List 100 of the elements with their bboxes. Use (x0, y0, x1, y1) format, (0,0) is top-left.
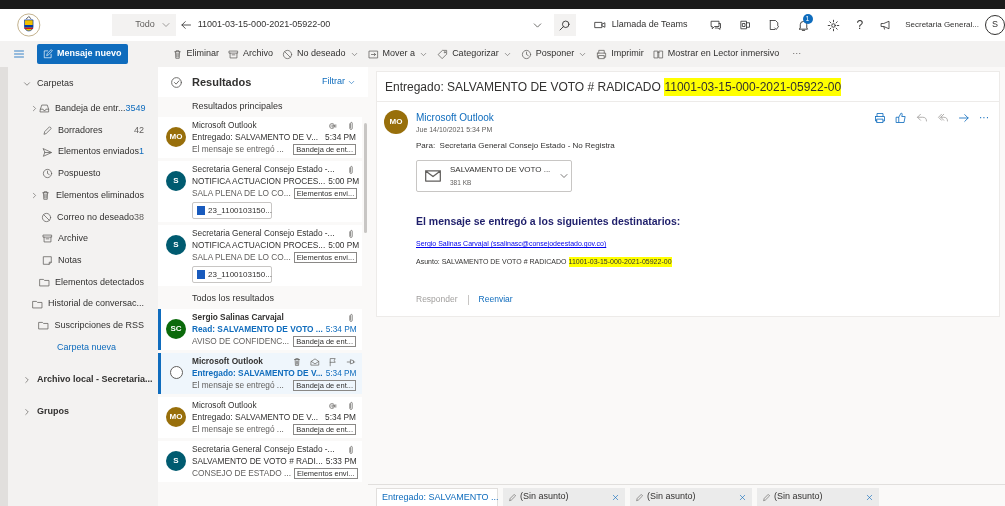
folder-count: 38 (134, 210, 144, 224)
chevron-right-icon[interactable] (30, 190, 39, 200)
message-subject: NOTIFICA ACTUACION PROCES... (192, 239, 326, 252)
envelope-open-icon[interactable] (310, 356, 320, 367)
folder-item[interactable]: Pospuesto (58, 167, 144, 181)
reply-icon[interactable] (916, 112, 928, 124)
scrollbar-thumb[interactable] (364, 123, 367, 233)
back-arrow-icon[interactable] (179, 19, 192, 31)
help-button[interactable]: ? (856, 16, 864, 34)
new-folder-link[interactable]: Carpeta nueva (8, 336, 158, 359)
message-subject: Entregado: SALVAMENTO DE V... (192, 367, 323, 380)
close-icon[interactable] (611, 492, 620, 502)
toolbar-button[interactable]: Mostrar en Lector inmersivo (652, 47, 780, 61)
chevron-down-icon[interactable] (22, 79, 32, 89)
clock-icon (42, 168, 53, 180)
reply-action-link[interactable]: Reenviar (478, 293, 513, 306)
chevron-right-icon[interactable] (22, 406, 32, 417)
teams-call-button[interactable]: Llamada de Teams (593, 14, 688, 36)
document-tab[interactable]: Entregado: SALVAMENTO ... (376, 488, 498, 506)
attachment-name: SALVAMENTO DE VOTO ... (450, 163, 551, 176)
folder-section-title[interactable]: Grupos (37, 404, 69, 419)
folder-section-title[interactable]: Carpetas (37, 77, 74, 91)
inbox-tray-icon (39, 103, 50, 115)
toolbar-button[interactable]: Eliminar (171, 47, 220, 61)
highlighted-text: 11001-03-15-000-2021-05922-00 (664, 77, 842, 96)
sender-name: Microsoft Outlook (192, 355, 264, 368)
folder-item[interactable]: Suscripciones de RSS (54, 318, 144, 333)
note-icon (42, 255, 53, 267)
folder-section-title[interactable]: Archivo local - Secretaria... (37, 372, 153, 387)
search-scope-dropdown[interactable]: Todo (111, 14, 176, 36)
printer-icon (596, 48, 608, 60)
folder-item[interactable]: Archive (58, 232, 144, 246)
more-actions-button[interactable]: ··· (979, 112, 989, 124)
avatar: SC (166, 319, 186, 339)
pencil-icon (762, 492, 771, 502)
toolbar-button[interactable]: No deseado (282, 47, 359, 61)
paper-plane-icon (41, 146, 53, 158)
message-time: 5:34 PM (325, 411, 356, 424)
folder-item[interactable]: Elementos enviados (57, 145, 139, 159)
close-icon[interactable] (738, 492, 747, 502)
trash-icon[interactable] (292, 356, 302, 367)
search-field[interactable]: 11001-03-15-000-2021-05922-00 (197, 18, 525, 32)
toolbar-button[interactable]: Imprimir (596, 47, 644, 61)
chat-bubbles-icon[interactable] (709, 19, 722, 31)
results-title: Resultados (192, 74, 253, 90)
video-camera-icon (593, 19, 606, 31)
folder-item[interactable]: Notas (58, 253, 144, 268)
message-time: 5:34 PM (325, 323, 357, 336)
bell-icon[interactable] (796, 18, 810, 32)
account-name[interactable]: Secretaria General... (905, 19, 979, 31)
body-heading: El mensaje se entregó a los siguientes destinatarios: (416, 213, 682, 229)
flag-icon[interactable] (328, 356, 338, 367)
avatar: S (166, 171, 186, 191)
folder-item[interactable]: Elementos detectados (54, 275, 144, 290)
search-button[interactable] (553, 14, 576, 36)
more-button[interactable]: ··· (792, 47, 802, 61)
document-tab[interactable]: (Sin asunto) (757, 488, 879, 506)
folder-item[interactable]: Historial de conversac... (47, 297, 144, 311)
folder-icon (31, 298, 43, 310)
folder-item[interactable]: Elementos eliminados (55, 188, 144, 203)
book-icon (652, 48, 664, 60)
document-tab[interactable]: (Sin asunto) (503, 488, 625, 506)
attachment-chip[interactable]: 23_1100103150... (192, 266, 272, 283)
group-heading: Resultados principales (191, 100, 284, 114)
megaphone-icon[interactable] (880, 19, 893, 31)
folder-arrow-icon (367, 48, 379, 60)
trash-icon (171, 48, 183, 60)
sender-name[interactable]: Microsoft Outlook (416, 110, 874, 125)
close-icon[interactable] (865, 492, 874, 502)
chevron-right-icon[interactable] (30, 103, 39, 113)
message-time: 5:34 PM (325, 131, 356, 144)
toolbar-button[interactable]: Mover a (367, 47, 429, 61)
clock-icon (520, 48, 532, 60)
avatar: S (166, 235, 186, 255)
folder-count: 1 (139, 145, 144, 159)
menu-icon[interactable] (12, 48, 25, 60)
reply-all-icon[interactable] (937, 112, 949, 124)
settings-icon[interactable] (826, 18, 840, 32)
printer-icon[interactable] (874, 112, 886, 124)
check-circle-icon[interactable] (170, 75, 183, 89)
sender-name: Sergio Salinas Carvajal (192, 311, 285, 324)
toolbar-button[interactable]: Categorizar (437, 47, 512, 61)
folder-item[interactable]: Borradores (58, 123, 134, 138)
select-checkbox[interactable] (169, 366, 183, 379)
folder-count: 42 (134, 123, 144, 137)
sender-name: Microsoft Outlook (192, 399, 258, 412)
folder-item[interactable]: Correo no deseado (56, 210, 134, 225)
recipient-line: Para: Secretaria General Consejo Estado - No Registra (416, 139, 616, 152)
filter-button[interactable]: Filtrar (322, 75, 356, 89)
document-tab[interactable]: (Sin asunto) (630, 488, 752, 506)
toolbar-button[interactable]: Posponer (520, 47, 588, 61)
toolbar-button[interactable]: Archivo (228, 47, 274, 61)
folder-item[interactable]: Bandeja de entr... (55, 102, 126, 116)
new-message-button[interactable]: Mensaje nuevo (37, 44, 128, 64)
office-document-icon[interactable] (738, 19, 751, 31)
attachment-chip[interactable]: 23_1100103150... (192, 202, 272, 219)
search-icon (558, 18, 572, 32)
forward-arrow-icon[interactable] (958, 112, 970, 124)
thumbs-up-icon[interactable] (895, 112, 907, 124)
chevron-right-icon[interactable] (22, 374, 32, 385)
